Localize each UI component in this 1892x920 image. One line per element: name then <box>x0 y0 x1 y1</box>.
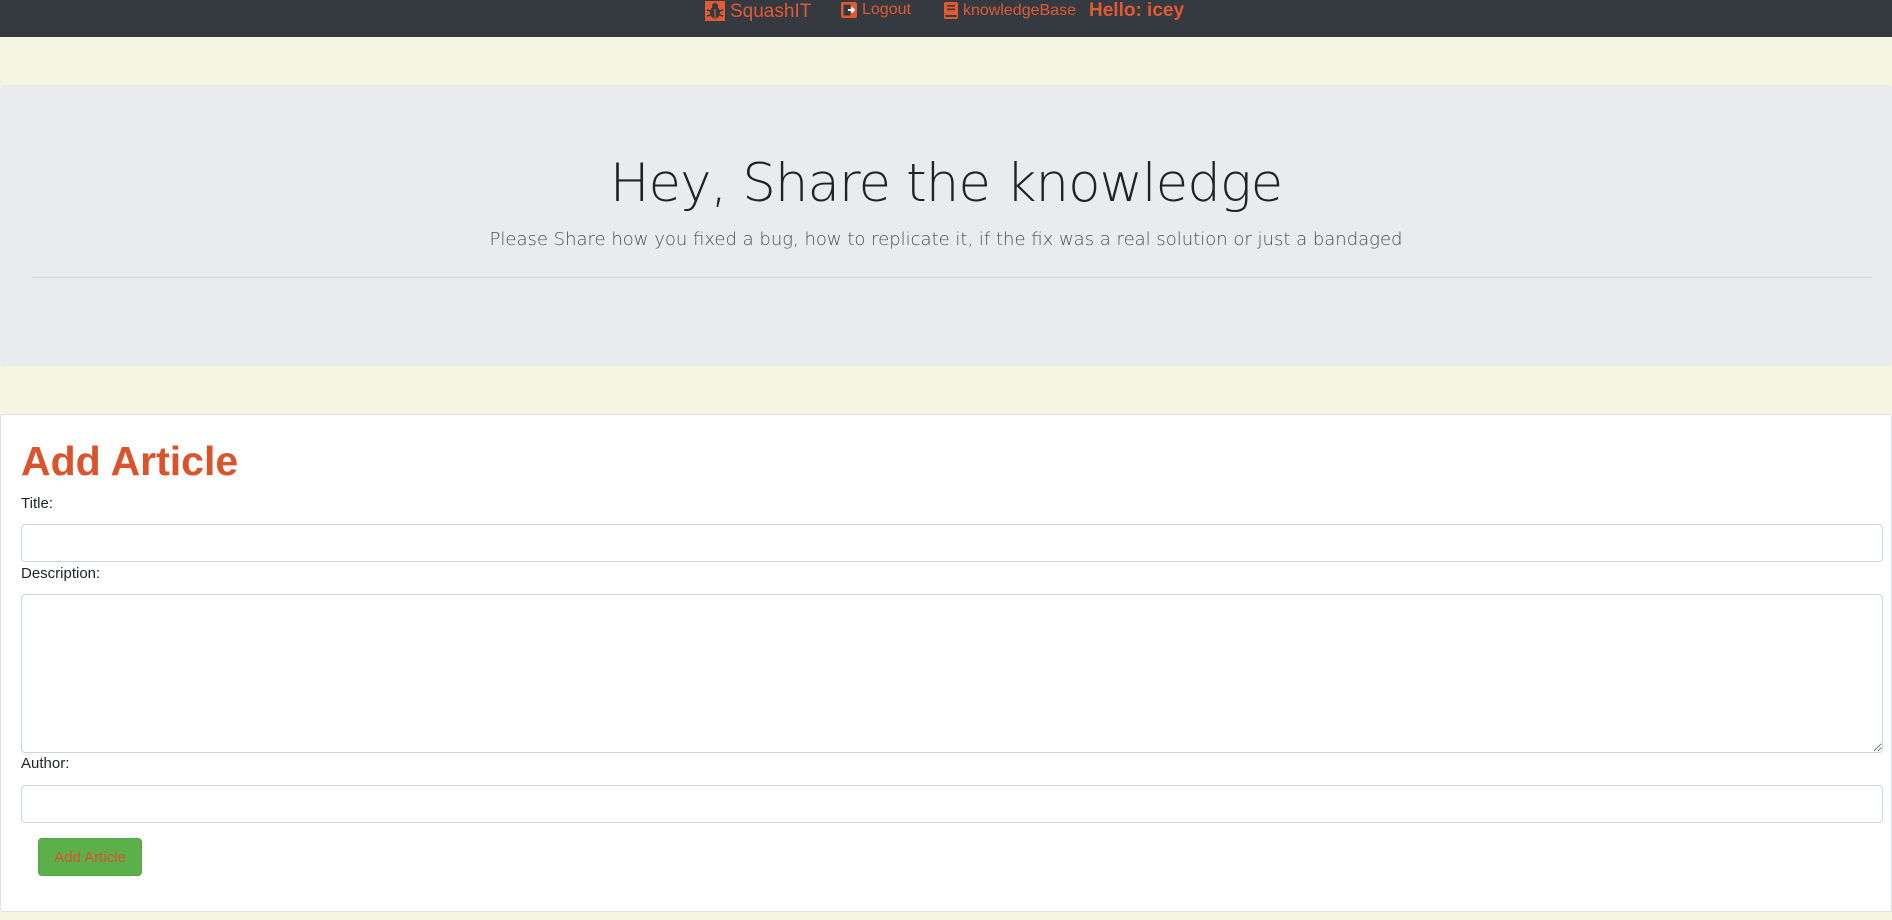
description-textarea[interactable] <box>21 594 1883 753</box>
user-greeting: Hello: icey <box>1089 0 1185 21</box>
sign-out-icon <box>841 2 857 18</box>
author-label: Author: <box>21 755 70 772</box>
add-article-button[interactable]: Add Article <box>38 838 142 876</box>
description-label: Description: <box>21 565 101 582</box>
knowledgebase-link[interactable]: knowledgeBase <box>944 2 1076 19</box>
hero-banner: Hey, Share the knowledge Please Share ho… <box>0 85 1892 366</box>
logout-label: Logout <box>862 1 911 18</box>
title-label: Title: <box>21 495 53 512</box>
brand-label: SquashIT <box>730 0 812 22</box>
book-icon <box>944 2 958 19</box>
logout-link[interactable]: Logout <box>841 2 911 18</box>
top-navbar: SquashIT Logout knowledgeBase Hello: ice… <box>0 0 1892 37</box>
hero-lead: Please Share how you fixed a bug, how to… <box>489 229 1403 250</box>
form-title: Add Article <box>21 438 239 484</box>
hero-divider <box>32 277 1872 278</box>
add-article-card: Add Article Title: Description: Author: … <box>0 414 1892 912</box>
hero-heading: Hey, Share the knowledge <box>609 153 1284 214</box>
knowledgebase-label: knowledgeBase <box>963 1 1076 19</box>
bug-icon <box>705 1 725 21</box>
author-input[interactable] <box>21 785 1883 823</box>
brand-link[interactable]: SquashIT <box>705 1 811 21</box>
title-input[interactable] <box>21 524 1883 562</box>
